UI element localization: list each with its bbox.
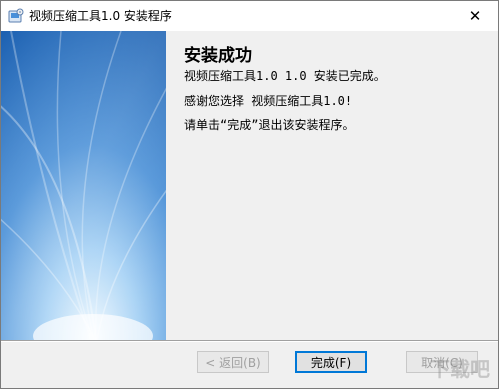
finish-button[interactable]: 完成(F) [295,351,367,373]
close-button[interactable]: ✕ [452,1,498,31]
close-icon: ✕ [468,7,482,25]
page-title: 安装成功 [184,46,252,66]
completion-message: 视频压缩工具1.0 1.0 安装已完成。 [184,69,386,83]
cancel-button[interactable]: 取消(C) [406,351,478,373]
exit-instruction: 请单击“完成”退出该安装程序。 [184,118,355,132]
back-button[interactable]: < 返回(B) [197,351,269,373]
side-banner-image [1,31,166,340]
banner-graphic [1,31,166,340]
footer-separator [1,340,498,342]
installer-window: 视频压缩工具1.0 安装程序 ✕ 安装成功 视频压缩工具1.0 1.0 安装已完… [0,0,499,389]
content-panel: 安装成功 视频压缩工具1.0 1.0 安装已完成。 感谢您选择 视频压缩工具1.… [166,31,498,340]
installer-app-icon [8,8,24,23]
thanks-message: 感谢您选择 视频压缩工具1.0! [184,94,353,108]
window-title: 视频压缩工具1.0 安装程序 [29,9,172,23]
title-bar: 视频压缩工具1.0 安装程序 ✕ [1,1,498,31]
